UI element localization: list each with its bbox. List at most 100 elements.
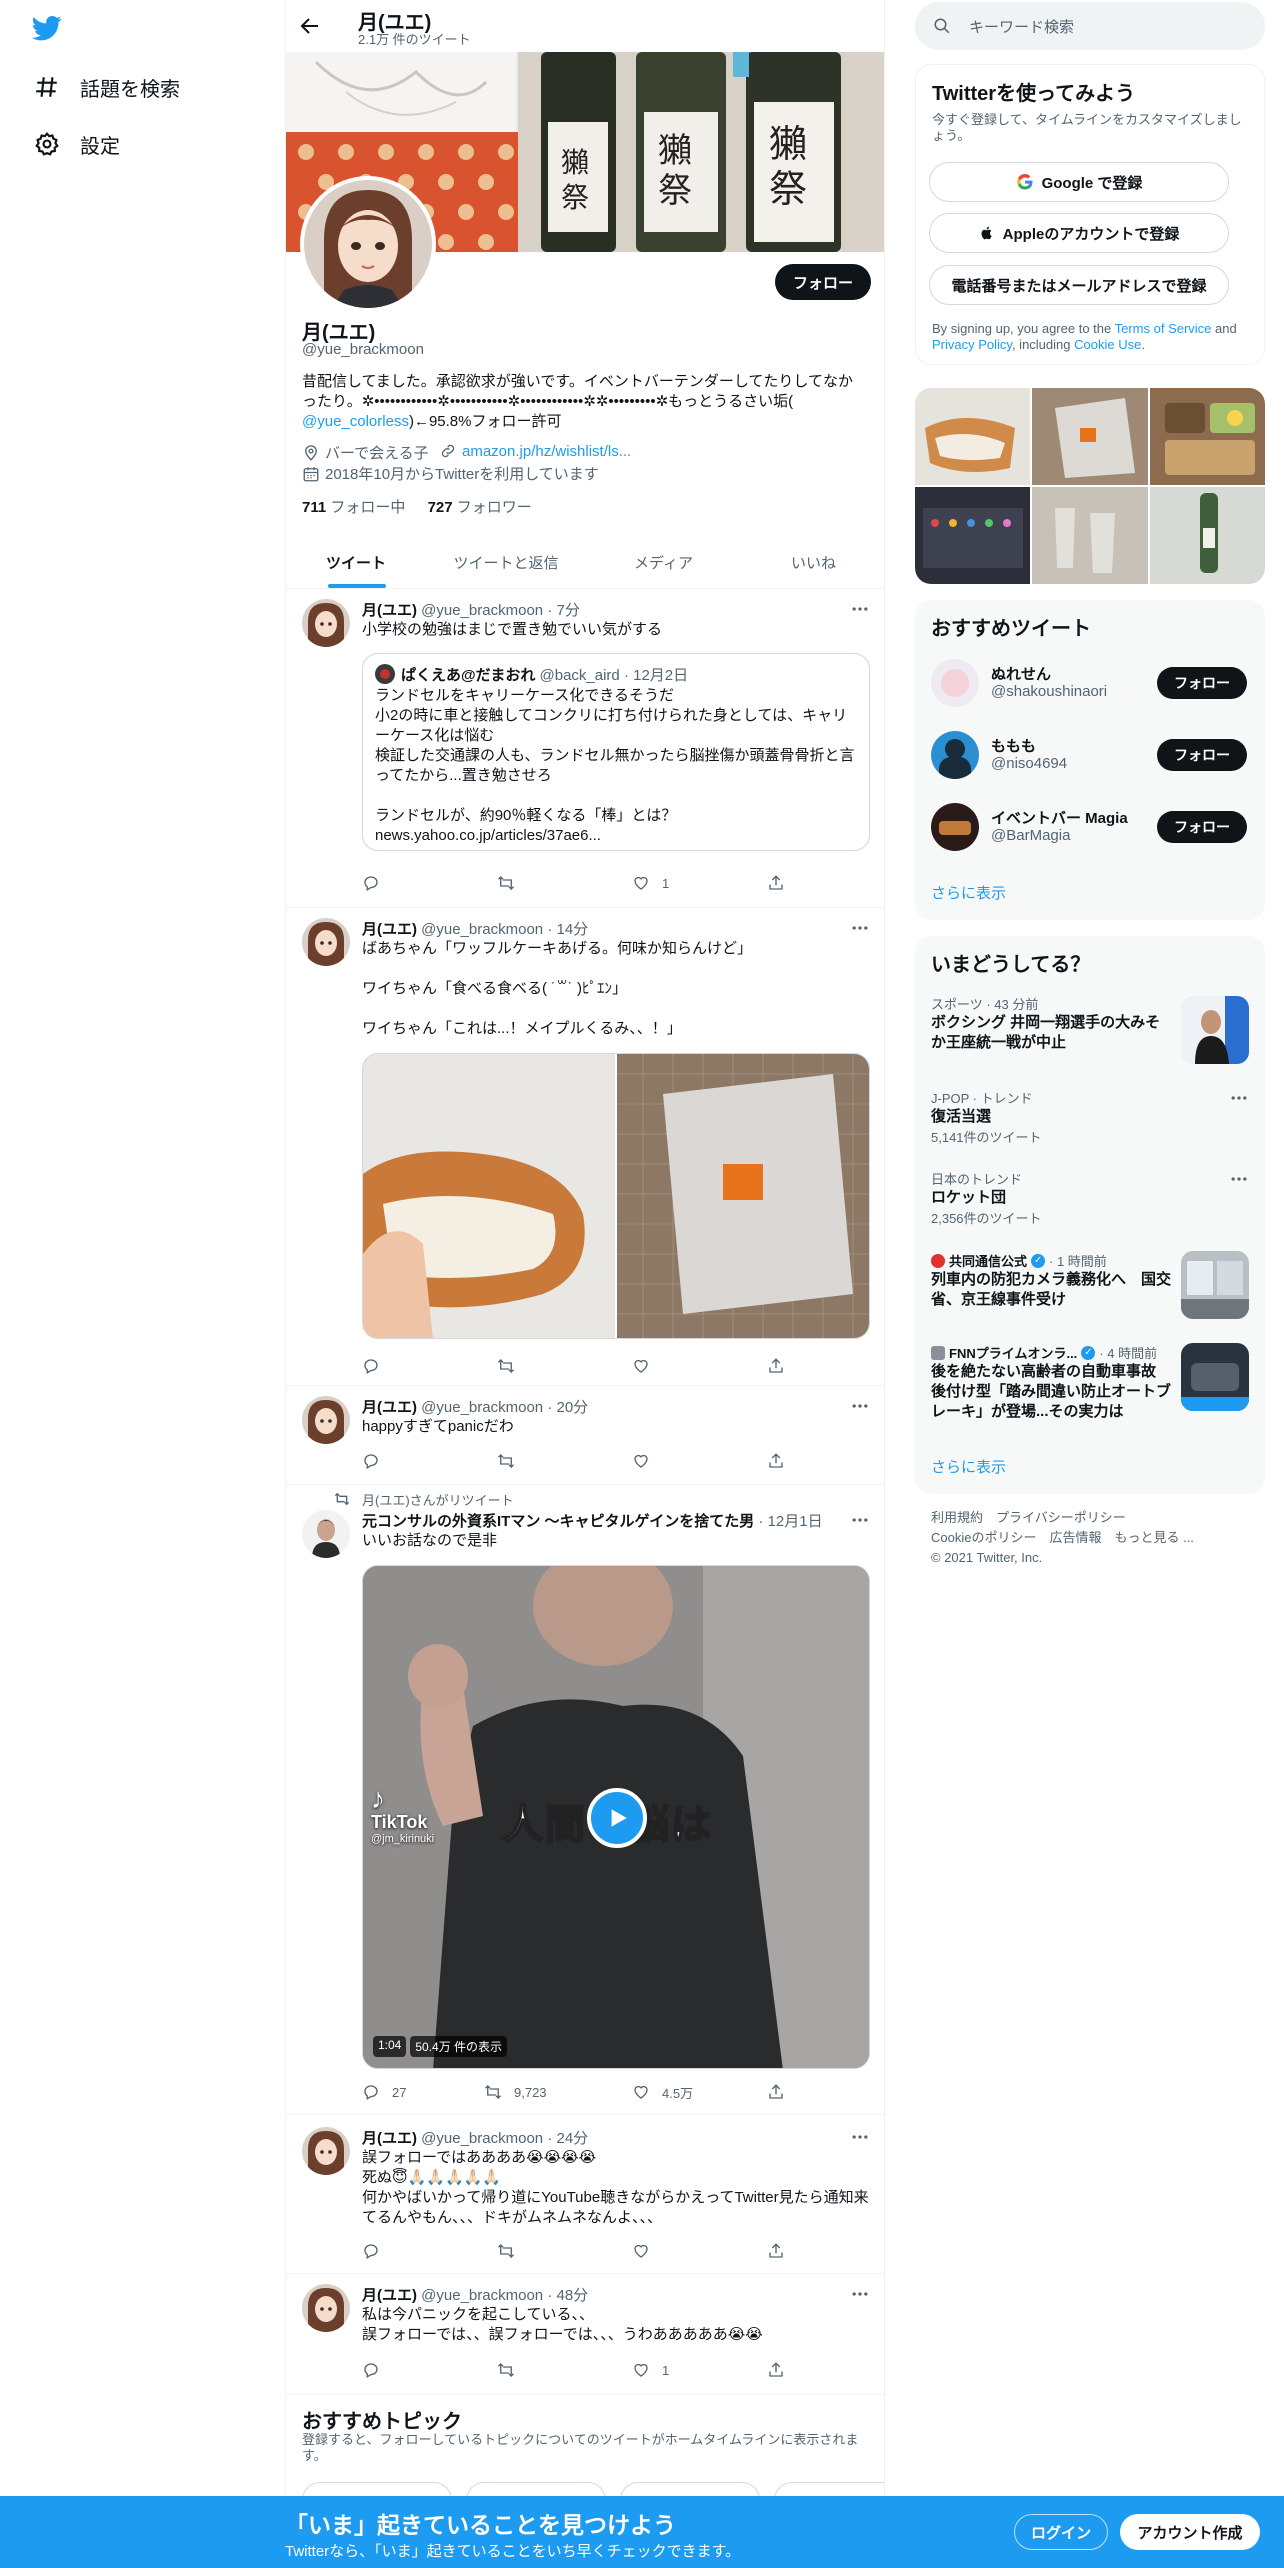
followers-link[interactable]: 727 フォロワー	[428, 499, 532, 516]
reply-button[interactable]	[362, 873, 380, 893]
reply-button[interactable]	[362, 1451, 380, 1471]
more-icon[interactable]	[850, 1396, 870, 1416]
retweet-button[interactable]	[497, 1451, 515, 1471]
signup-button[interactable]: アカウント作成	[1120, 2514, 1260, 2550]
like-button[interactable]: 4.5万	[632, 2082, 693, 2102]
profile-avatar[interactable]	[300, 176, 436, 312]
tweet[interactable]: 月(ユエ) @yue_brackmoon · 20分 happyすぎてpanic…	[286, 1386, 884, 1485]
follow-button[interactable]: フォロー	[1157, 811, 1247, 843]
more-icon[interactable]	[850, 918, 870, 938]
privacy-policy-link[interactable]: Privacy Policy	[932, 337, 1012, 352]
search-box[interactable]: キーワード検索	[915, 2, 1265, 50]
reply-button[interactable]: 27	[362, 2082, 406, 2102]
more-icon[interactable]	[850, 2284, 870, 2304]
tweet-time[interactable]: · 48分	[547, 2287, 588, 2304]
reply-button[interactable]	[362, 1356, 380, 1376]
tab-media[interactable]: メディア	[586, 536, 741, 589]
recommended-user[interactable]: イベントバー Magia @BarMagia フォロー	[931, 799, 1249, 855]
profile-follow-button[interactable]: フォロー	[775, 264, 871, 300]
share-button[interactable]	[767, 873, 785, 893]
quoted-tweet[interactable]: ぱくえあ@だまおれ @back_aird · 12月2日 ランドセルをキャリーケ…	[362, 653, 870, 851]
tab-likes[interactable]: いいね	[741, 536, 884, 589]
tweet-time[interactable]: · 12月1日	[758, 1513, 822, 1530]
tweet[interactable]: 月(ユエ) @yue_brackmoon · 48分 私は今パニックを起こしてい…	[286, 2274, 884, 2395]
retweet-by-label[interactable]: 月(ユエ)さんがリツイート	[362, 1490, 514, 1509]
tweet-author-name[interactable]: 月(ユエ)	[362, 2287, 417, 2304]
more-icon[interactable]	[1229, 1169, 1249, 1189]
trend-item[interactable]: 日本のトレンド ロケット団 2,356件のツイート	[931, 1169, 1249, 1227]
bio-mention-link[interactable]: @yue_colorless	[302, 413, 409, 430]
phone-email-signup-button[interactable]: 電話番号またはメールアドレスで登録	[929, 265, 1229, 305]
reply-button[interactable]	[362, 2241, 380, 2261]
share-button[interactable]	[767, 2082, 785, 2102]
retweet-button[interactable]: 9,723	[484, 2082, 547, 2102]
tweet-author-name[interactable]: 月(ユエ)	[362, 2130, 417, 2147]
recommended-user[interactable]: ぬれせん @shakoushinaori フォロー	[931, 655, 1249, 711]
like-button[interactable]	[632, 1356, 650, 1376]
retweet-button[interactable]	[497, 2360, 515, 2380]
tweet-avatar[interactable]	[302, 599, 350, 647]
more-icon[interactable]	[850, 599, 870, 619]
twitter-logo-icon[interactable]	[30, 13, 64, 43]
tweet[interactable]: 月(ユエ) @yue_brackmoon · 7分 小学校の勉強はまじで置き勉で…	[286, 589, 884, 908]
login-button[interactable]: ログイン	[1014, 2514, 1108, 2550]
tweet-time[interactable]: · 14分	[547, 921, 588, 938]
recommended-user[interactable]: ももも @niso4694 フォロー	[931, 727, 1249, 783]
news-item[interactable]: 共同通信公式 ✓ · 1 時間前 列車内の防犯カメラ義務化へ 国交省、京王線事件…	[931, 1251, 1249, 1319]
follow-button[interactable]: フォロー	[1157, 739, 1247, 771]
share-button[interactable]	[767, 2241, 785, 2261]
retweet-button[interactable]	[497, 873, 515, 893]
retweet-button[interactable]	[497, 2241, 515, 2261]
tweet-author-name[interactable]: 月(ユエ)	[362, 921, 417, 938]
trend-item[interactable]: J-POP · トレンド 復活当選 5,141件のツイート	[931, 1088, 1249, 1146]
like-button[interactable]	[632, 2241, 650, 2261]
profile-url-link[interactable]: amazon.jp/hz/wishlist/ls...	[462, 443, 631, 460]
tweet[interactable]: 月(ユエ) @yue_brackmoon · 24分 誤フォローではああああ😭😭…	[286, 2115, 884, 2274]
media-grid-thumbnails[interactable]	[915, 388, 1265, 584]
news-item[interactable]: FNNプライムオンラ... ✓ · 4 時間前 後を絶たない高齢者の自動車事故 …	[931, 1343, 1249, 1422]
tweet-time[interactable]: · 7分	[547, 602, 580, 619]
retweet-button[interactable]	[497, 1356, 515, 1376]
profile-url[interactable]: amazon.jp/hz/wishlist/ls...	[439, 442, 631, 460]
tweet-avatar[interactable]	[302, 1510, 350, 1558]
tab-tweets-and-replies[interactable]: ツイートと返信	[426, 536, 586, 589]
retweet[interactable]: 月(ユエ)さんがリツイート 元コンサルの外資系ITマン 〜キャピタルゲインを捨て…	[286, 1485, 884, 2115]
apple-signup-button[interactable]: Appleのアカウントで登録	[929, 213, 1229, 253]
tab-tweets[interactable]: ツイート	[286, 536, 426, 589]
share-button[interactable]	[767, 2360, 785, 2380]
more-icon[interactable]	[850, 1510, 870, 1530]
tweet[interactable]: 月(ユエ) @yue_brackmoon · 14分 ばあちゃん「ワッフルケーキ…	[286, 908, 884, 1386]
reply-button[interactable]	[362, 2360, 380, 2380]
more-icon[interactable]	[1229, 1088, 1249, 1108]
more-icon[interactable]	[850, 2127, 870, 2147]
tweet-author-name[interactable]: 元コンサルの外資系ITマン 〜キャピタルゲインを捨てた男	[362, 1513, 754, 1530]
recommended-show-more[interactable]: さらに表示	[931, 882, 1006, 903]
play-button[interactable]	[587, 1788, 647, 1848]
cookie-use-link[interactable]: Cookie Use	[1074, 337, 1141, 352]
google-signup-button[interactable]: Google で登録	[929, 162, 1229, 202]
trend-item[interactable]: スポーツ · 43 分前 ボクシング 井岡一翔選手の大みそか王座統一戦が中止	[931, 994, 1249, 1064]
like-button[interactable]: 1	[632, 2360, 669, 2380]
following-link[interactable]: 711 フォロー中	[302, 499, 405, 516]
trends-show-more[interactable]: さらに表示	[931, 1456, 1006, 1477]
nav-explore[interactable]: 話題を検索	[34, 67, 180, 107]
footer-line-1[interactable]: 利用規約 プライバシーポリシー	[931, 1508, 1194, 1528]
back-arrow-icon[interactable]	[298, 14, 322, 38]
tweet-video[interactable]: ♪ TikTok @jm_kirinuki 人間の脳は 1:04 50.4万 件…	[362, 1565, 870, 2069]
terms-of-service-link[interactable]: Terms of Service	[1115, 321, 1212, 336]
tweet-time[interactable]: · 24分	[547, 2130, 588, 2147]
tweet-author-name[interactable]: 月(ユエ)	[362, 602, 417, 619]
tweet-avatar[interactable]	[302, 2127, 350, 2175]
like-button[interactable]	[632, 1451, 650, 1471]
tweet-avatar[interactable]	[302, 918, 350, 966]
share-button[interactable]	[767, 1356, 785, 1376]
tweet-avatar[interactable]	[302, 1396, 350, 1444]
nav-settings[interactable]: 設定	[34, 124, 120, 164]
follow-button[interactable]: フォロー	[1157, 667, 1247, 699]
share-button[interactable]	[767, 1451, 785, 1471]
tweet-author-name[interactable]: 月(ユエ)	[362, 1399, 417, 1416]
tweet-time[interactable]: · 20分	[547, 1399, 588, 1416]
tweet-media[interactable]	[362, 1053, 870, 1339]
like-button[interactable]: 1	[632, 873, 669, 893]
tweet-avatar[interactable]	[302, 2284, 350, 2332]
